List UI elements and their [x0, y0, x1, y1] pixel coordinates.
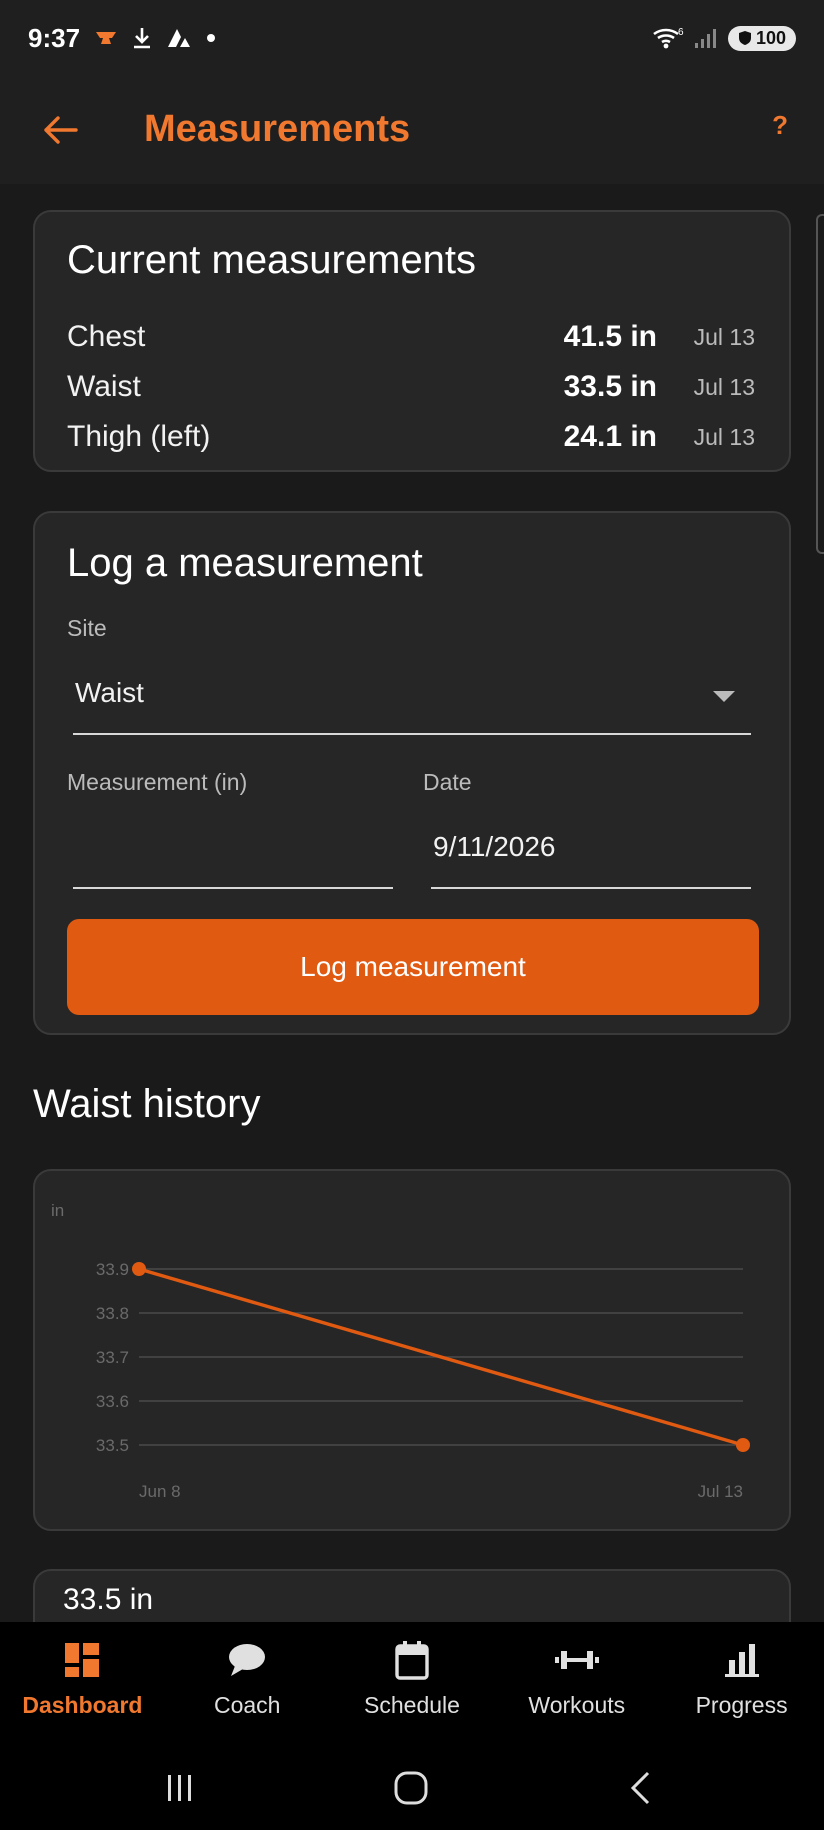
history-title: Waist history	[33, 1082, 261, 1126]
recent-apps-icon	[168, 1775, 191, 1801]
dumbbell-icon	[554, 1638, 599, 1682]
scroll-content[interactable]: Current measurements Chest 41.5 in Jul 1…	[0, 184, 824, 1622]
site-underline	[73, 733, 751, 735]
bottom-nav: Dashboard Coach Schedule Workouts Progre…	[0, 1622, 824, 1746]
x-tick-label: Jul 13	[698, 1482, 743, 1501]
shield-icon	[738, 31, 751, 45]
log-measurement-card: Log a measurement Site Waist Measurement…	[33, 511, 791, 1035]
y-tick-label: 33.6	[96, 1392, 129, 1411]
status-time: 9:37	[28, 22, 81, 53]
battery-indicator: 100	[727, 25, 796, 51]
measurement-date: Jul 13	[693, 423, 755, 450]
y-tick-label: 33.7	[96, 1348, 129, 1367]
dot-icon	[207, 34, 216, 42]
home-icon	[394, 1771, 428, 1805]
measurement-name: Chest	[67, 320, 146, 353]
date-underline	[431, 887, 751, 889]
bar-chart-icon	[724, 1638, 760, 1682]
measurement-row-waist: Waist 33.5 in Jul 13	[67, 362, 755, 412]
system-back-button[interactable]	[612, 1764, 672, 1812]
nav-label: Progress	[695, 1692, 788, 1718]
nav-item-schedule[interactable]: Schedule	[330, 1622, 495, 1746]
chevron-down-icon	[713, 691, 735, 702]
log-measurement-button[interactable]: Log measurement	[67, 919, 759, 1015]
data-point	[736, 1438, 750, 1452]
data-point	[132, 1262, 146, 1276]
waist-history-chart: in 33.9 33.8 33.7 33.6 33.5 Jun 8 Jul 13	[51, 1201, 750, 1501]
measurement-field[interactable]	[73, 807, 395, 891]
site-label: Site	[67, 615, 107, 641]
measurement-entry-card[interactable]: 33.5 in	[33, 1569, 791, 1622]
recent-apps-button[interactable]	[150, 1764, 210, 1812]
page-title: Measurements	[144, 108, 411, 150]
battery-level: 100	[755, 27, 786, 48]
nav-item-coach[interactable]: Coach	[165, 1622, 330, 1746]
system-status-icons: 6 100	[652, 25, 796, 51]
nav-item-dashboard[interactable]: Dashboard	[0, 1622, 165, 1746]
status-bar: 9:37 6 100	[0, 0, 824, 76]
arrow-left-icon	[44, 116, 78, 144]
y-tick-label: 33.5	[96, 1436, 129, 1455]
scrollbar[interactable]	[816, 214, 824, 554]
y-axis-unit-label: in	[51, 1201, 64, 1220]
measurement-date: Jul 13	[693, 373, 755, 400]
system-nav-bar	[0, 1746, 824, 1830]
measurement-date: Jul 13	[693, 323, 755, 350]
entry-value: 33.5 in	[63, 1583, 154, 1616]
measurement-name: Thigh (left)	[67, 420, 211, 453]
measurements-screen: 9:37 6 100 Measurements ? Current measur…	[0, 0, 824, 1830]
wifi-icon: 6	[653, 27, 684, 49]
measurement-name: Waist	[67, 370, 141, 403]
date-value: 9/11/2026	[433, 831, 556, 862]
measurement-value: 24.1 in	[563, 420, 657, 453]
site-dropdown[interactable]: Waist	[73, 653, 753, 737]
back-button[interactable]	[34, 104, 86, 156]
chat-bubble-icon	[227, 1638, 267, 1682]
measurement-value: 41.5 in	[563, 320, 657, 353]
card-title: Log a measurement	[67, 541, 423, 585]
measurement-label: Measurement (in)	[67, 769, 248, 795]
date-field[interactable]: 9/11/2026	[431, 807, 753, 891]
measurement-row-chest: Chest 41.5 in Jul 13	[67, 312, 755, 362]
notification-icons	[94, 26, 216, 50]
site-value: Waist	[75, 677, 144, 708]
current-measurements-card: Current measurements Chest 41.5 in Jul 1…	[33, 210, 791, 472]
card-title: Current measurements	[67, 238, 477, 282]
nav-label: Dashboard	[22, 1692, 143, 1718]
measurement-row-thigh: Thigh (left) 24.1 in Jul 13	[67, 412, 755, 462]
measurement-underline	[73, 887, 393, 889]
app-bar: Measurements ?	[0, 76, 824, 184]
x-tick-label: Jun 8	[139, 1482, 181, 1501]
anvil-icon	[96, 32, 117, 44]
help-button[interactable]: ?	[772, 110, 788, 141]
measurement-value: 33.5 in	[563, 370, 657, 403]
chevron-left-icon	[630, 1771, 650, 1805]
y-tick-label: 33.9	[96, 1260, 129, 1279]
nav-item-workouts[interactable]: Workouts	[494, 1622, 659, 1746]
dashboard-icon	[64, 1638, 100, 1682]
cell-signal-icon	[694, 29, 716, 48]
app-logo-icon	[168, 29, 191, 47]
nav-item-progress[interactable]: Progress	[659, 1622, 824, 1746]
nav-label: Coach	[213, 1692, 281, 1718]
home-button[interactable]	[381, 1764, 441, 1812]
download-icon	[134, 28, 151, 49]
waist-history-chart-card: in 33.9 33.8 33.7 33.6 33.5 Jun 8 Jul 13	[33, 1169, 791, 1531]
calendar-icon	[394, 1638, 430, 1682]
nav-label: Workouts	[528, 1692, 626, 1718]
nav-label: Schedule	[364, 1692, 460, 1718]
date-label: Date	[423, 769, 472, 795]
y-tick-label: 33.8	[96, 1304, 129, 1323]
svg-text:6: 6	[678, 27, 684, 38]
